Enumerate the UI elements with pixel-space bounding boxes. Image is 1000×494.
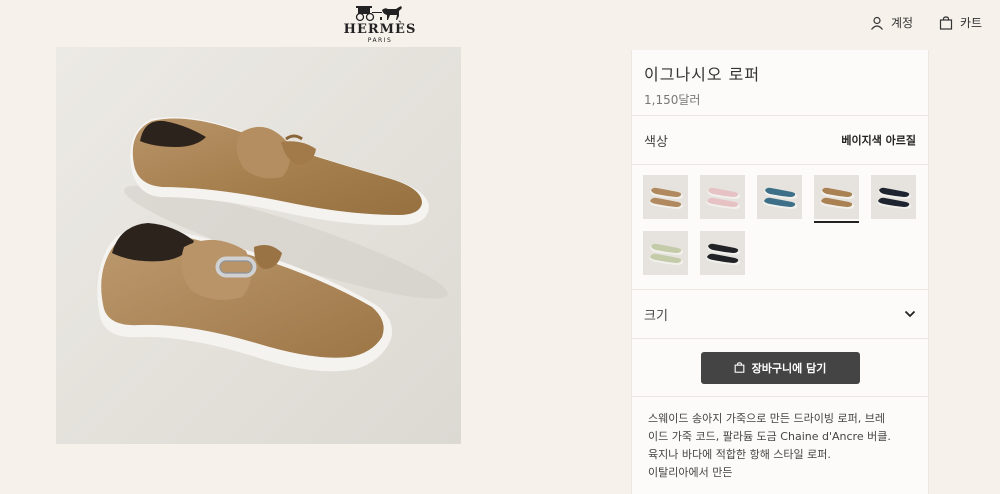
title-section: 이그나시오 로퍼 1,150달러 [632, 50, 928, 116]
color-swatch-black[interactable] [700, 231, 745, 277]
logo-subtext: PARIS [367, 37, 393, 44]
swatch-section [632, 165, 928, 290]
swatch-thumbnail [757, 175, 802, 219]
color-swatch-beige[interactable] [814, 175, 859, 223]
product-image[interactable] [56, 47, 461, 444]
color-swatch-blue[interactable] [757, 175, 802, 221]
swatch-thumbnail [700, 231, 745, 275]
product-info-panel: 이그나시오 로퍼 1,150달러 색상 베이지색 아르질 크기 장바구니에 담기… [631, 50, 929, 494]
add-to-cart-button[interactable]: 장바구니에 담기 [700, 351, 860, 384]
site-header: HERMÈS PARIS 계정 카트 [0, 0, 1000, 46]
loafer-thumbnail-icon [648, 187, 683, 209]
loafer-thumbnail-icon [762, 187, 797, 209]
size-selector[interactable]: 크기 [632, 290, 928, 339]
color-swatch-camel[interactable] [643, 175, 688, 221]
loafer-thumbnail-icon [648, 243, 683, 265]
bag-icon [734, 362, 745, 373]
cart-label: 카트 [960, 16, 983, 30]
swatch-thumbnail [643, 231, 688, 275]
account-link[interactable]: 계정 [870, 14, 913, 31]
loafer-thumbnail-icon [705, 187, 740, 209]
swatch-thumbnail [643, 175, 688, 219]
loafer-illustration [97, 116, 448, 372]
description-line: 스웨이드 송아지 가죽으로 만든 드라이빙 로퍼, 브레 [648, 412, 885, 425]
add-to-cart-section: 장바구니에 담기 [632, 339, 928, 397]
add-to-cart-label: 장바구니에 담기 [751, 361, 827, 375]
description-line: 이탈리아에서 만든 [648, 466, 733, 479]
bag-icon [939, 15, 953, 30]
size-label: 크기 [644, 308, 668, 324]
loafer-thumbnail-icon [819, 187, 854, 209]
logo-wordmark: HERMÈS [343, 22, 417, 37]
brand-logo[interactable]: HERMÈS PARIS [338, 4, 422, 45]
color-value: 베이지색 아르질 [841, 134, 916, 147]
description-line: 이드 가죽 코드, 팔라듐 도금 Chaine d'Ancre 버클. [648, 430, 891, 443]
product-price: 1,150달러 [644, 93, 701, 107]
color-section: 색상 베이지색 아르질 [632, 116, 928, 165]
color-label: 색상 [644, 134, 668, 150]
product-description: 스웨이드 송아지 가죽으로 만든 드라이빙 로퍼, 브레 이드 가죽 코드, 팔… [632, 397, 928, 482]
description-line: 육지나 바다에 적합한 항해 스타일 로퍼. [648, 448, 831, 461]
color-swatch-navy[interactable] [871, 175, 916, 221]
swatch-grid [643, 175, 928, 277]
swatch-thumbnail [814, 175, 859, 219]
color-swatch-sage[interactable] [643, 231, 688, 277]
user-icon [871, 16, 883, 30]
swatch-thumbnail [700, 175, 745, 219]
loafer-thumbnail-icon [876, 187, 911, 209]
swatch-thumbnail [871, 175, 916, 219]
loafer-thumbnail-icon [705, 243, 740, 265]
cart-link[interactable]: 카트 [939, 14, 982, 31]
color-swatch-pink[interactable] [700, 175, 745, 221]
product-name: 이그나시오 로퍼 [644, 65, 761, 84]
chevron-down-icon [904, 310, 916, 318]
carriage-icon [355, 6, 402, 22]
account-label: 계정 [891, 16, 914, 30]
